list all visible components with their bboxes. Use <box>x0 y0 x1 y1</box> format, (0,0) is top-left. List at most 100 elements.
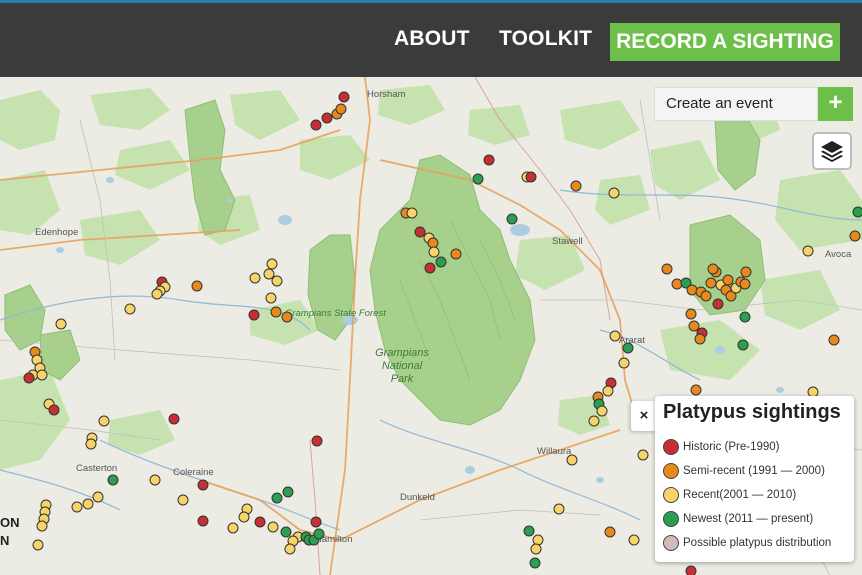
sighting-marker[interactable] <box>282 486 294 498</box>
sighting-marker[interactable] <box>271 492 283 504</box>
sighting-marker[interactable] <box>506 213 518 225</box>
sighting-marker[interactable] <box>177 494 189 506</box>
sighting-marker[interactable] <box>740 266 752 278</box>
sighting-marker[interactable] <box>313 528 325 540</box>
sighting-marker[interactable] <box>637 449 649 461</box>
sighting-marker[interactable] <box>739 278 751 290</box>
sighting-marker[interactable] <box>532 534 544 546</box>
sighting-marker[interactable] <box>435 256 447 268</box>
sighting-marker[interactable] <box>310 119 322 131</box>
sighting-marker[interactable] <box>705 277 717 289</box>
sighting-marker[interactable] <box>271 275 283 287</box>
sighting-marker[interactable] <box>267 521 279 533</box>
sighting-marker[interactable] <box>483 154 495 166</box>
sighting-marker[interactable] <box>338 91 350 103</box>
sighting-marker[interactable] <box>472 173 484 185</box>
sighting-marker[interactable] <box>570 180 582 192</box>
sighting-marker[interactable] <box>712 298 724 310</box>
sighting-marker[interactable] <box>828 334 840 346</box>
sighting-marker[interactable] <box>92 491 104 503</box>
sighting-marker[interactable] <box>107 474 119 486</box>
sighting-marker[interactable] <box>191 280 203 292</box>
sighting-marker[interactable] <box>270 306 282 318</box>
create-event-field[interactable]: Create an event <box>654 87 818 121</box>
sighting-marker[interactable] <box>406 207 418 219</box>
record-sighting-button[interactable]: RECORD A SIGHTING <box>610 23 840 61</box>
sighting-marker[interactable] <box>737 339 749 351</box>
sighting-marker[interactable] <box>609 330 621 342</box>
sighting-marker[interactable] <box>36 369 48 381</box>
sighting-marker[interactable] <box>694 333 706 345</box>
sighting-marker[interactable] <box>254 516 266 528</box>
sighting-marker[interactable] <box>685 565 697 575</box>
sighting-marker[interactable] <box>197 515 209 527</box>
sighting-marker[interactable] <box>32 539 44 551</box>
sighting-marker[interactable] <box>284 543 296 555</box>
sighting-marker[interactable] <box>685 308 697 320</box>
sighting-marker[interactable] <box>263 268 275 280</box>
sighting-marker[interactable] <box>266 258 278 270</box>
sighting-marker[interactable] <box>265 292 277 304</box>
sighting-marker[interactable] <box>36 520 48 532</box>
add-event-button[interactable]: + <box>818 87 853 121</box>
sighting-marker[interactable] <box>311 435 323 447</box>
sighting-marker[interactable] <box>530 543 542 555</box>
sighting-marker[interactable] <box>427 237 439 249</box>
sighting-marker[interactable] <box>124 303 136 315</box>
sighting-marker[interactable] <box>55 318 67 330</box>
sighting-marker[interactable] <box>525 171 537 183</box>
sighting-marker[interactable] <box>628 534 640 546</box>
legend-close-button[interactable]: × <box>631 401 657 431</box>
sighting-marker[interactable] <box>48 404 60 416</box>
sighting-marker[interactable] <box>852 206 862 218</box>
sighting-marker[interactable] <box>424 262 436 274</box>
sighting-marker[interactable] <box>281 311 293 323</box>
top-navigation-bar: ABOUT TOOLKIT RECORD A SIGHTING <box>0 0 862 77</box>
sighting-marker[interactable] <box>671 278 683 290</box>
sighting-marker[interactable] <box>149 474 161 486</box>
sighting-marker[interactable] <box>604 526 616 538</box>
sighting-marker[interactable] <box>849 230 861 242</box>
sighting-marker[interactable] <box>151 288 163 300</box>
sighting-marker[interactable] <box>248 309 260 321</box>
sighting-marker[interactable] <box>618 357 630 369</box>
sighting-marker[interactable] <box>310 516 322 528</box>
sighting-marker[interactable] <box>197 479 209 491</box>
sighting-marker[interactable] <box>722 274 734 286</box>
sighting-marker[interactable] <box>688 320 700 332</box>
layers-button[interactable] <box>812 132 852 170</box>
sighting-marker[interactable] <box>450 248 462 260</box>
toolkit-link[interactable]: TOOLKIT <box>499 27 592 51</box>
sighting-marker[interactable] <box>700 290 712 302</box>
sighting-marker[interactable] <box>335 103 347 115</box>
sighting-marker[interactable] <box>23 372 35 384</box>
sighting-marker[interactable] <box>98 415 110 427</box>
sighting-marker[interactable] <box>529 557 541 569</box>
sighting-marker[interactable] <box>71 501 83 513</box>
sighting-marker[interactable] <box>82 498 94 510</box>
sighting-marker[interactable] <box>249 272 261 284</box>
sighting-marker[interactable] <box>321 112 333 124</box>
sighting-marker[interactable] <box>523 525 535 537</box>
sighting-marker[interactable] <box>608 187 620 199</box>
sighting-marker[interactable] <box>428 246 440 258</box>
sighting-marker[interactable] <box>227 522 239 534</box>
sighting-marker[interactable] <box>739 311 751 323</box>
sighting-marker[interactable] <box>414 226 426 238</box>
sighting-marker[interactable] <box>85 438 97 450</box>
sighting-marker[interactable] <box>686 284 698 296</box>
sighting-marker[interactable] <box>168 413 180 425</box>
sighting-marker[interactable] <box>802 245 814 257</box>
sighting-marker[interactable] <box>280 526 292 538</box>
sighting-marker[interactable] <box>690 384 702 396</box>
about-link[interactable]: ABOUT <box>394 27 470 51</box>
sighting-marker[interactable] <box>622 342 634 354</box>
sighting-marker[interactable] <box>596 405 608 417</box>
sighting-marker[interactable] <box>566 454 578 466</box>
sighting-marker[interactable] <box>553 503 565 515</box>
sighting-marker[interactable] <box>588 415 600 427</box>
sighting-marker[interactable] <box>238 511 250 523</box>
sighting-marker[interactable] <box>707 263 719 275</box>
sighting-marker[interactable] <box>661 263 673 275</box>
sighting-marker[interactable] <box>602 385 614 397</box>
